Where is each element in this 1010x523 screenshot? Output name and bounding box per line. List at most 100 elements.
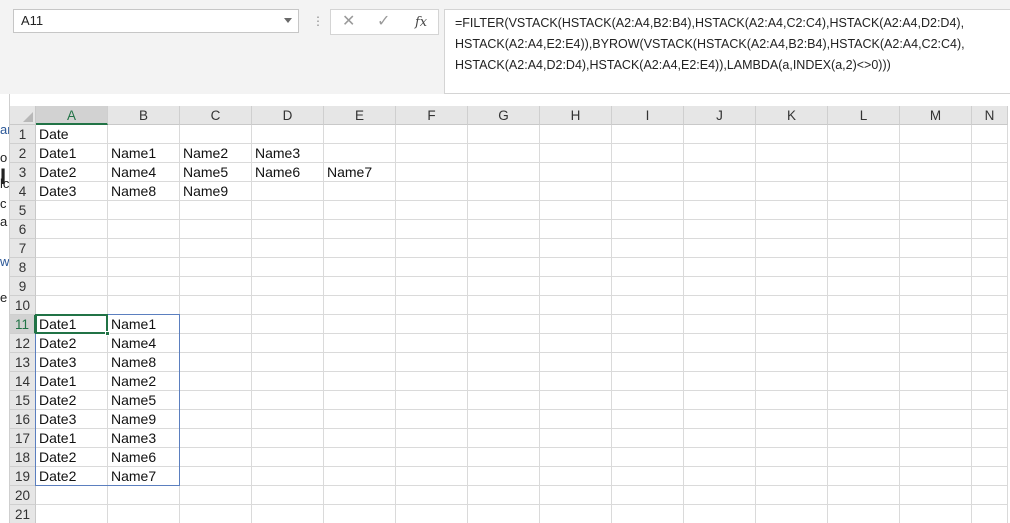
cell-e5[interactable] xyxy=(324,201,396,220)
cell-e2[interactable] xyxy=(324,144,396,163)
cell-b4[interactable]: Name8 xyxy=(108,182,180,201)
column-header-b[interactable]: B xyxy=(108,106,180,125)
cell-k8[interactable] xyxy=(756,258,828,277)
cell-l13[interactable] xyxy=(828,353,900,372)
cell-j8[interactable] xyxy=(684,258,756,277)
select-all-button[interactable] xyxy=(10,106,36,125)
cell-a16[interactable]: Date3 xyxy=(36,410,108,429)
cell-k4[interactable] xyxy=(756,182,828,201)
cell-a13[interactable]: Date3 xyxy=(36,353,108,372)
cell-e14[interactable] xyxy=(324,372,396,391)
formula-input[interactable]: =FILTER(VSTACK(HSTACK(A2:A4,B2:B4),HSTAC… xyxy=(444,9,1010,94)
cell-g5[interactable] xyxy=(468,201,540,220)
row-header-12[interactable]: 12 xyxy=(10,334,36,353)
cell-b12[interactable]: Name4 xyxy=(108,334,180,353)
cell-l21[interactable] xyxy=(828,505,900,523)
cell-j12[interactable] xyxy=(684,334,756,353)
cell-j18[interactable] xyxy=(684,448,756,467)
cell-l9[interactable] xyxy=(828,277,900,296)
column-header-i[interactable]: I xyxy=(612,106,684,125)
cell-k3[interactable] xyxy=(756,163,828,182)
cell-e20[interactable] xyxy=(324,486,396,505)
column-header-c[interactable]: C xyxy=(180,106,252,125)
cell-n21[interactable] xyxy=(972,505,1008,523)
cell-m19[interactable] xyxy=(900,467,972,486)
cell-m11[interactable] xyxy=(900,315,972,334)
cell-m6[interactable] xyxy=(900,220,972,239)
cell-n10[interactable] xyxy=(972,296,1008,315)
cell-m3[interactable] xyxy=(900,163,972,182)
cell-n7[interactable] xyxy=(972,239,1008,258)
cell-i18[interactable] xyxy=(612,448,684,467)
row-header-6[interactable]: 6 xyxy=(10,220,36,239)
cell-i4[interactable] xyxy=(612,182,684,201)
cell-g13[interactable] xyxy=(468,353,540,372)
cell-m12[interactable] xyxy=(900,334,972,353)
column-header-n[interactable]: N xyxy=(972,106,1008,125)
row-header-15[interactable]: 15 xyxy=(10,391,36,410)
cell-b8[interactable] xyxy=(108,258,180,277)
cell-g1[interactable] xyxy=(468,125,540,144)
cell-f18[interactable] xyxy=(396,448,468,467)
cell-e4[interactable] xyxy=(324,182,396,201)
cell-e15[interactable] xyxy=(324,391,396,410)
cell-i16[interactable] xyxy=(612,410,684,429)
cell-k2[interactable] xyxy=(756,144,828,163)
cell-a14[interactable]: Date1 xyxy=(36,372,108,391)
column-header-j[interactable]: J xyxy=(684,106,756,125)
cell-g4[interactable] xyxy=(468,182,540,201)
cell-b16[interactable]: Name9 xyxy=(108,410,180,429)
cell-e6[interactable] xyxy=(324,220,396,239)
cell-k9[interactable] xyxy=(756,277,828,296)
row-header-8[interactable]: 8 xyxy=(10,258,36,277)
cell-f13[interactable] xyxy=(396,353,468,372)
column-header-k[interactable]: K xyxy=(756,106,828,125)
cell-f8[interactable] xyxy=(396,258,468,277)
cancel-icon[interactable]: ✕ xyxy=(342,12,355,32)
cell-f9[interactable] xyxy=(396,277,468,296)
cell-c21[interactable] xyxy=(180,505,252,523)
cell-k17[interactable] xyxy=(756,429,828,448)
cell-m2[interactable] xyxy=(900,144,972,163)
cell-d13[interactable] xyxy=(252,353,324,372)
cell-m14[interactable] xyxy=(900,372,972,391)
row-header-7[interactable]: 7 xyxy=(10,239,36,258)
cell-k12[interactable] xyxy=(756,334,828,353)
cell-k10[interactable] xyxy=(756,296,828,315)
cell-g10[interactable] xyxy=(468,296,540,315)
cell-n9[interactable] xyxy=(972,277,1008,296)
cell-l12[interactable] xyxy=(828,334,900,353)
cell-d4[interactable] xyxy=(252,182,324,201)
cell-f20[interactable] xyxy=(396,486,468,505)
cell-g17[interactable] xyxy=(468,429,540,448)
cell-f11[interactable] xyxy=(396,315,468,334)
cell-a11[interactable]: Date1 xyxy=(36,315,108,334)
cell-a6[interactable] xyxy=(36,220,108,239)
cell-d5[interactable] xyxy=(252,201,324,220)
row-header-4[interactable]: 4 xyxy=(10,182,36,201)
cell-j20[interactable] xyxy=(684,486,756,505)
cell-c8[interactable] xyxy=(180,258,252,277)
cell-h9[interactable] xyxy=(540,277,612,296)
cell-l2[interactable] xyxy=(828,144,900,163)
column-header-m[interactable]: M xyxy=(900,106,972,125)
cell-l19[interactable] xyxy=(828,467,900,486)
cell-d18[interactable] xyxy=(252,448,324,467)
cell-b15[interactable]: Name5 xyxy=(108,391,180,410)
cell-n20[interactable] xyxy=(972,486,1008,505)
cell-g14[interactable] xyxy=(468,372,540,391)
cell-m8[interactable] xyxy=(900,258,972,277)
cell-g2[interactable] xyxy=(468,144,540,163)
cell-c10[interactable] xyxy=(180,296,252,315)
cell-l8[interactable] xyxy=(828,258,900,277)
cell-g3[interactable] xyxy=(468,163,540,182)
cell-d2[interactable]: Name3 xyxy=(252,144,324,163)
cell-i17[interactable] xyxy=(612,429,684,448)
cell-l11[interactable] xyxy=(828,315,900,334)
cell-i6[interactable] xyxy=(612,220,684,239)
cell-i14[interactable] xyxy=(612,372,684,391)
cell-g19[interactable] xyxy=(468,467,540,486)
cell-f15[interactable] xyxy=(396,391,468,410)
cell-h18[interactable] xyxy=(540,448,612,467)
cell-k18[interactable] xyxy=(756,448,828,467)
